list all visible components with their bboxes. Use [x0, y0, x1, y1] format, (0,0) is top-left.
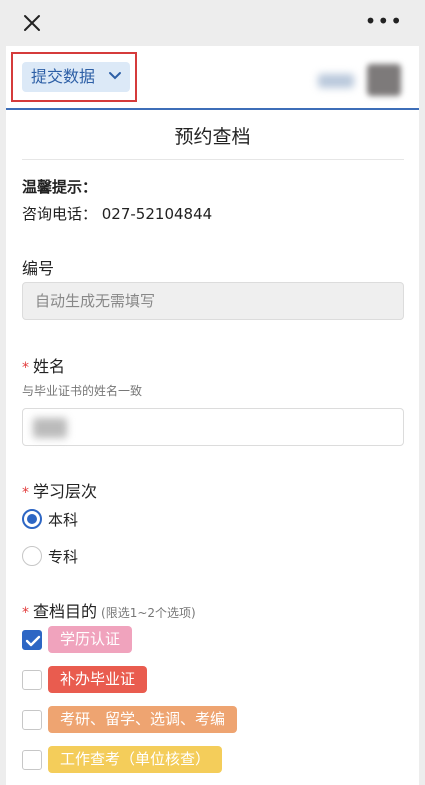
purpose-sub: (限选1~2个选项): [101, 606, 196, 620]
blurred-name: [318, 74, 354, 88]
form-panel: 提交数据 预约查档 温馨提示： 咨询电话： 027-52104844 编号 自动…: [6, 46, 419, 785]
required-mark: *: [22, 360, 29, 376]
option-reissue[interactable]: 补办毕业证: [48, 666, 148, 693]
checkbox-work-check[interactable]: [22, 750, 42, 770]
blurred-name-value: [33, 418, 67, 438]
number-input: 自动生成无需填写: [22, 282, 404, 320]
submit-data-button[interactable]: 提交数据: [22, 62, 130, 92]
radio-bachelor[interactable]: [22, 509, 42, 529]
purpose-label: * 查档目的 (限选1~2个选项): [22, 602, 196, 621]
highlight-box: 提交数据: [11, 52, 137, 102]
checkbox-exam-abroad[interactable]: [22, 710, 42, 730]
option-work-check[interactable]: 工作查考（单位核查）: [48, 746, 223, 773]
name-label: * 姓名: [22, 357, 66, 376]
required-mark: *: [22, 605, 29, 621]
radio-associate[interactable]: [22, 546, 42, 566]
form-header: 提交数据: [6, 46, 419, 110]
radio-bachelor-label[interactable]: 本科: [48, 509, 78, 530]
tip-phone: 咨询电话： 027-52104844: [22, 205, 213, 223]
level-label: * 学习层次: [22, 482, 98, 501]
submit-data-label: 提交数据: [31, 67, 96, 86]
checkbox-reissue[interactable]: [22, 670, 42, 690]
form-title: 预约查档: [174, 126, 251, 148]
title-divider: [22, 159, 404, 160]
close-icon[interactable]: [22, 13, 42, 33]
checkbox-degree-verify[interactable]: [22, 630, 42, 650]
chevron-down-icon: [109, 72, 121, 80]
more-options-icon[interactable]: •••: [365, 11, 403, 31]
avatar: [367, 64, 401, 96]
number-label: 编号: [22, 259, 55, 278]
tip-heading: 温馨提示：: [22, 178, 98, 196]
required-mark: *: [22, 485, 29, 501]
radio-associate-label[interactable]: 专科: [48, 546, 78, 567]
top-bar: •••: [0, 0, 425, 46]
name-hint: 与毕业证书的姓名一致: [22, 384, 143, 398]
check-icon: [25, 635, 41, 647]
name-input[interactable]: [22, 408, 404, 446]
option-degree-verify[interactable]: 学历认证: [48, 626, 133, 653]
user-avatar-blurred[interactable]: [312, 64, 407, 96]
option-exam-abroad[interactable]: 考研、留学、选调、考编: [48, 706, 238, 733]
